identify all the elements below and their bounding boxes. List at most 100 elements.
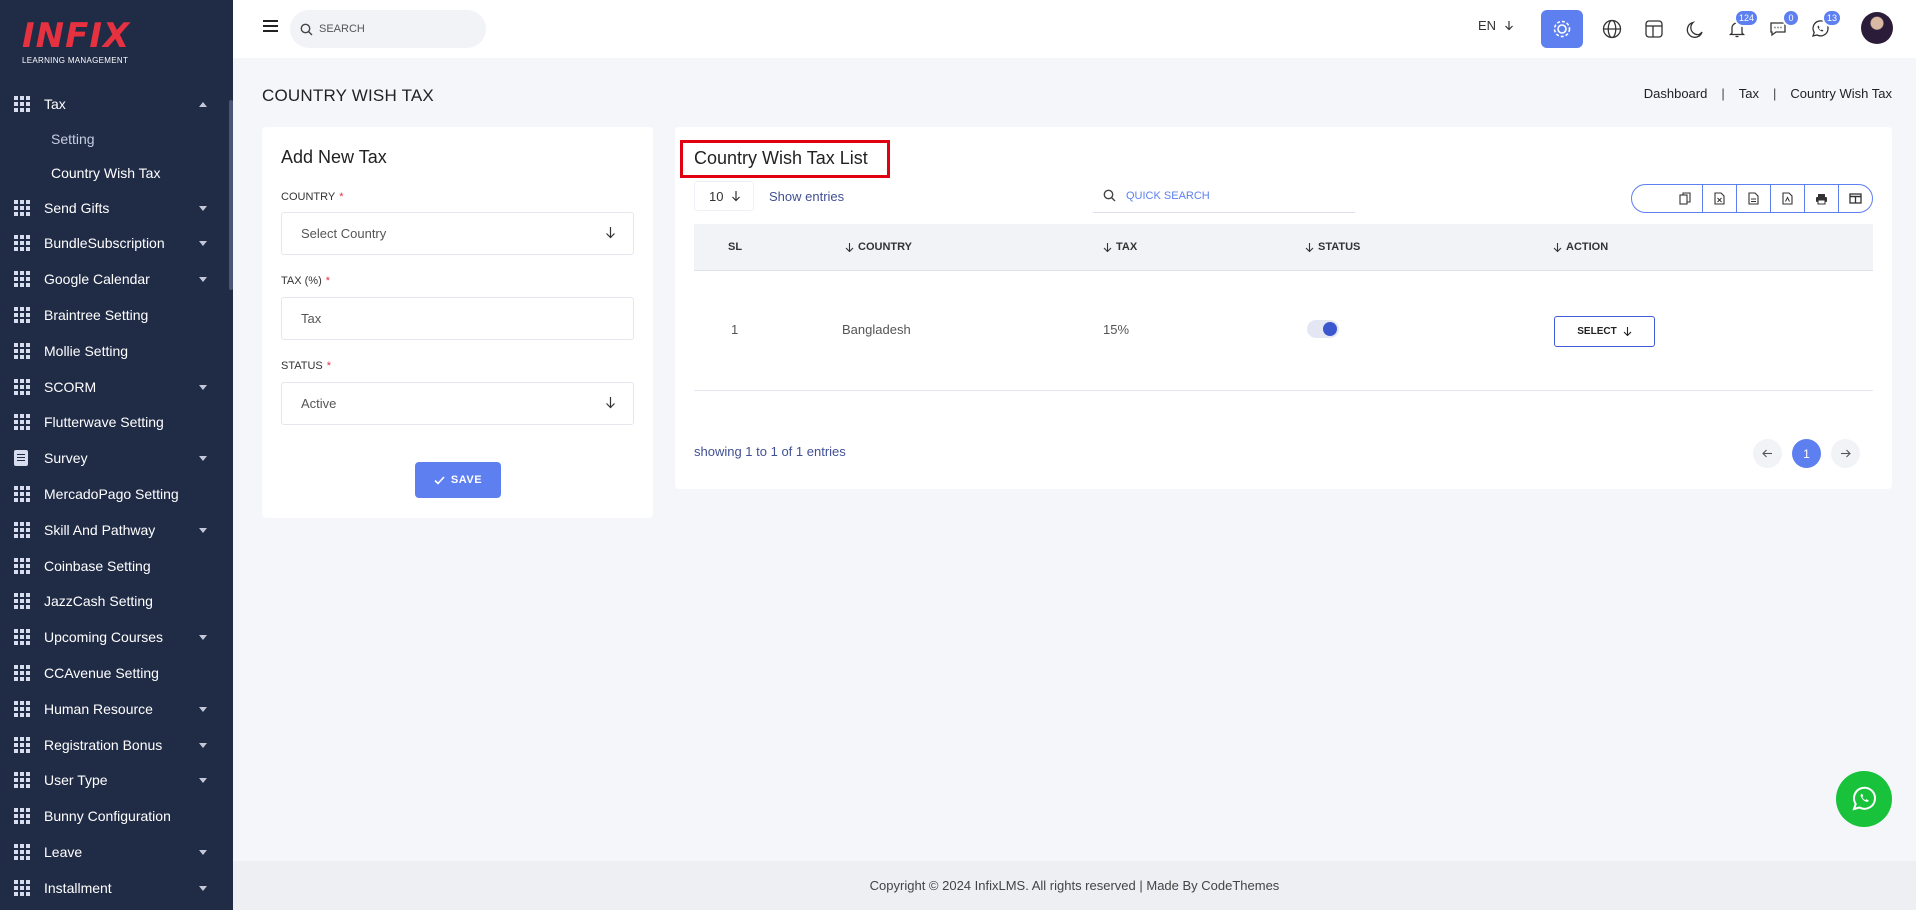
- sidebar-item[interactable]: Registration Bonus: [0, 727, 229, 763]
- breadcrumb-separator: |: [1721, 86, 1725, 101]
- sidebar-subitem[interactable]: Country Wish Tax: [0, 156, 229, 190]
- column-action[interactable]: ACTION: [1553, 241, 1608, 253]
- dark-mode-toggle[interactable]: [1683, 17, 1707, 41]
- column-country[interactable]: COUNTRY: [845, 241, 912, 253]
- save-button[interactable]: SAVE: [415, 462, 501, 498]
- sidebar-item[interactable]: SCORM: [0, 369, 229, 405]
- column-visibility-button[interactable]: [1838, 185, 1872, 212]
- entries-per-page-select[interactable]: 10: [694, 181, 754, 211]
- tax-label: TAX (%) *: [281, 275, 331, 287]
- page-button-current[interactable]: 1: [1792, 439, 1821, 468]
- csv-export-button[interactable]: [1736, 185, 1770, 212]
- hamburger-menu-icon[interactable]: [263, 20, 278, 32]
- quick-search-input[interactable]: [1126, 189, 1326, 202]
- action-select-button[interactable]: SELECT: [1554, 316, 1655, 347]
- pdf-file-icon: [1782, 192, 1793, 205]
- sidebar-item[interactable]: Tax: [0, 86, 229, 122]
- prev-page-button[interactable]: [1753, 439, 1782, 468]
- status-toggle[interactable]: [1307, 320, 1339, 338]
- grid-icon: [14, 629, 30, 646]
- sidebar-item[interactable]: Bunny Configuration: [0, 798, 229, 834]
- quick-search[interactable]: [1093, 179, 1355, 213]
- caret-down-icon: [199, 742, 207, 748]
- sidebar-item[interactable]: Google Calendar: [0, 261, 229, 297]
- tax-table: SL COUNTRY TAX STATUS ACTION 1 Banglades…: [694, 224, 1873, 391]
- pdf-export-button[interactable]: [1770, 185, 1804, 212]
- sidebar-item[interactable]: Leave: [0, 834, 229, 870]
- tax-input[interactable]: Tax: [281, 297, 634, 340]
- sidebar-item[interactable]: Survey: [0, 440, 229, 476]
- country-select[interactable]: Select Country: [281, 212, 634, 255]
- whatsapp-header-button[interactable]: 13: [1808, 9, 1842, 41]
- sidebar-item[interactable]: MercadoPago Setting: [0, 476, 229, 512]
- sidebar-item[interactable]: Braintree Setting: [0, 297, 229, 333]
- caret-down-icon: [199, 706, 207, 712]
- grid-icon: [14, 486, 30, 503]
- columns-icon: [1849, 193, 1862, 204]
- copy-button[interactable]: [1668, 185, 1702, 212]
- user-avatar[interactable]: [1861, 12, 1893, 44]
- sidebar-subitem[interactable]: Setting: [0, 122, 229, 156]
- search-icon: [300, 23, 313, 35]
- sidebar-item[interactable]: JazzCash Setting: [0, 584, 229, 620]
- globe-button[interactable]: [1600, 17, 1624, 41]
- sidebar-item-label: Mollie Setting: [44, 342, 129, 359]
- search-icon: [1103, 189, 1116, 202]
- sidebar-item[interactable]: User Type: [0, 763, 229, 799]
- status-select[interactable]: Active: [281, 382, 634, 425]
- print-button[interactable]: [1804, 185, 1838, 212]
- sidebar-item[interactable]: Human Resource: [0, 691, 229, 727]
- sidebar-item[interactable]: Flutterwave Setting: [0, 405, 229, 441]
- breadcrumb-tax[interactable]: Tax: [1739, 86, 1759, 101]
- settings-gear-button[interactable]: [1541, 10, 1583, 48]
- search-input[interactable]: [319, 23, 459, 35]
- sidebar-item[interactable]: CCAvenue Setting: [0, 655, 229, 691]
- column-tax[interactable]: TAX: [1103, 241, 1137, 253]
- caret-down-icon: [199, 527, 207, 533]
- sidebar-item[interactable]: Mollie Setting: [0, 333, 229, 369]
- column-sl[interactable]: SL: [728, 241, 742, 253]
- excel-file-icon: [1714, 192, 1725, 205]
- table-header: SL COUNTRY TAX STATUS ACTION: [694, 224, 1873, 271]
- tax-input-placeholder: Tax: [301, 311, 322, 326]
- breadcrumb-dashboard[interactable]: Dashboard: [1644, 86, 1708, 101]
- sort-arrow-icon: [1553, 242, 1562, 252]
- copy-icon: [1679, 192, 1691, 205]
- status-select-value: Active: [301, 396, 337, 411]
- sort-arrow-icon: [1103, 242, 1112, 252]
- language-selector[interactable]: EN: [1478, 18, 1514, 33]
- excel-export-button[interactable]: [1702, 185, 1736, 212]
- sidebar-item-label: CCAvenue Setting: [44, 665, 159, 682]
- arrow-down-icon: [606, 227, 615, 239]
- search-bar[interactable]: [290, 10, 486, 48]
- sidebar-item[interactable]: Coinbase Setting: [0, 548, 229, 584]
- document-icon: [14, 450, 28, 467]
- sort-arrow-icon: [845, 242, 854, 252]
- grid-icon: [14, 844, 30, 861]
- sidebar: INFIX LEARNING MANAGEMENT Tax Setting Coun…: [0, 0, 233, 910]
- sidebar-scrollbar[interactable]: [229, 100, 233, 290]
- sidebar-item[interactable]: Send Gifts: [0, 190, 229, 226]
- column-status[interactable]: STATUS: [1305, 241, 1360, 253]
- sidebar-item[interactable]: Skill And Pathway: [0, 512, 229, 548]
- logo[interactable]: INFIX LEARNING MANAGEMENT: [22, 18, 142, 68]
- notifications-button[interactable]: 124: [1725, 9, 1759, 41]
- sidebar-item[interactable]: BundleSubscription: [0, 226, 229, 262]
- sidebar-item-label: Survey: [44, 450, 88, 467]
- arrow-down-icon: [732, 191, 741, 202]
- grid-icon: [14, 378, 30, 395]
- sidebar-item[interactable]: Upcoming Courses: [0, 619, 229, 655]
- sidebar-menu: Tax Setting Country Wish Tax Send Gifts Bund…: [0, 86, 229, 906]
- grid-icon: [14, 235, 30, 252]
- breadcrumb-current: Country Wish Tax: [1790, 86, 1892, 101]
- grid-icon: [14, 665, 30, 682]
- sidebar-item[interactable]: Installment: [0, 870, 229, 906]
- whatsapp-chat-button[interactable]: [1836, 771, 1892, 827]
- list-title: Country Wish Tax List: [694, 148, 868, 168]
- next-page-button[interactable]: [1831, 439, 1860, 468]
- sidebar-item-label: Registration Bonus: [44, 736, 163, 753]
- messages-button[interactable]: 0: [1766, 9, 1800, 41]
- layout-button[interactable]: [1642, 17, 1666, 41]
- footer: Copyright © 2024 InfixLMS. All rights re…: [233, 861, 1916, 910]
- layout-icon: [1645, 20, 1663, 38]
